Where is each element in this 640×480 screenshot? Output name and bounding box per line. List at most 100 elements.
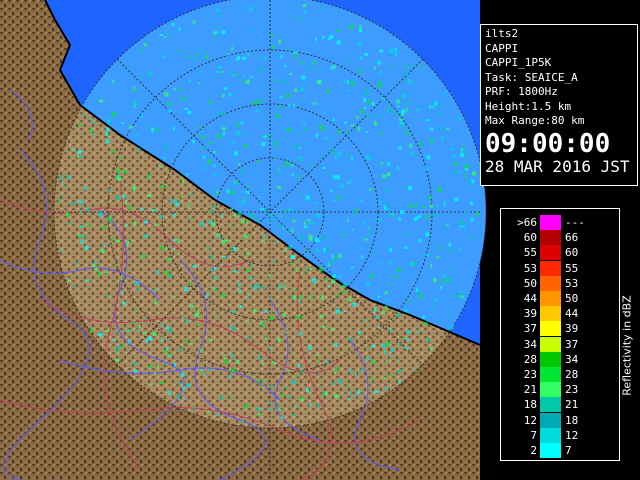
- echo-pixel: [80, 202, 83, 207]
- echo-pixel: [231, 368, 235, 373]
- echo-pixel: [472, 171, 476, 176]
- echo-pixel: [271, 384, 273, 389]
- echo-pixel: [384, 305, 388, 308]
- echo-pixel: [69, 222, 73, 225]
- radar-name: ilts2: [485, 27, 519, 40]
- echo-pixel: [315, 248, 319, 252]
- echo-pixel: [197, 53, 200, 57]
- echo-pixel: [261, 362, 264, 365]
- echo-pixel: [221, 30, 226, 35]
- echo-pixel: [160, 185, 165, 189]
- echo-pixel: [264, 208, 267, 213]
- echo-pixel: [269, 408, 274, 411]
- echo-pixel: [281, 80, 286, 84]
- echo-pixel: [408, 79, 413, 84]
- echo-pixel: [115, 331, 118, 335]
- echo-pixel: [440, 286, 443, 290]
- echo-pixel: [248, 375, 251, 378]
- echo-pixel: [342, 348, 345, 351]
- echo-pixel: [221, 70, 224, 73]
- echo-pixel: [334, 394, 339, 399]
- echo-pixel: [85, 279, 90, 282]
- echo-pixel: [273, 362, 278, 364]
- echo-pixel: [311, 283, 314, 286]
- echo-pixel: [263, 188, 266, 191]
- echo-pixel: [349, 368, 352, 373]
- legend-lower-bound: 34: [523, 337, 537, 351]
- echo-pixel: [182, 179, 185, 184]
- echo-pixel: [316, 133, 318, 138]
- echo-pixel: [246, 296, 249, 299]
- echo-pixel: [340, 184, 345, 189]
- echo-pixel: [186, 383, 191, 388]
- echo-pixel: [374, 390, 379, 394]
- echo-pixel: [325, 360, 328, 364]
- echo-pixel: [352, 302, 357, 307]
- legend-title: Reflectivity in dBZ: [620, 295, 634, 396]
- echo-pixel: [164, 36, 167, 39]
- echo-pixel: [250, 214, 254, 218]
- echo-pixel: [117, 176, 122, 181]
- echo-pixel: [243, 234, 248, 239]
- echo-pixel: [236, 131, 241, 136]
- echo-pixel: [397, 267, 401, 272]
- echo-pixel: [174, 362, 177, 367]
- echo-pixel: [350, 124, 355, 127]
- legend-row: 37 39: [501, 321, 619, 337]
- echo-pixel: [159, 34, 164, 36]
- echo-pixel: [98, 212, 103, 217]
- echo-pixel: [425, 253, 430, 257]
- echo-pixel: [99, 332, 103, 337]
- echo-pixel: [312, 201, 317, 204]
- echo-pixel: [372, 344, 376, 348]
- echo-pixel: [360, 255, 363, 259]
- echo-pixel: [125, 223, 128, 227]
- legend-upper-bound: 55: [565, 261, 579, 275]
- echo-pixel: [333, 175, 338, 179]
- echo-pixel: [464, 155, 468, 157]
- echo-pixel: [294, 88, 298, 92]
- echo-pixel: [236, 181, 239, 184]
- echo-pixel: [238, 200, 241, 204]
- echo-pixel: [464, 168, 469, 171]
- echo-pixel: [211, 222, 216, 227]
- echo-pixel: [299, 146, 301, 149]
- echo-pixel: [237, 283, 241, 287]
- echo-pixel: [220, 265, 223, 267]
- echo-pixel: [471, 179, 475, 184]
- echo-pixel: [127, 240, 130, 245]
- echo-pixel: [187, 203, 190, 208]
- echo-pixel: [382, 311, 386, 315]
- echo-pixel: [442, 227, 446, 230]
- echo-pixel: [285, 210, 288, 213]
- echo-pixel: [197, 49, 200, 51]
- prf-label: PRF: 1800Hz: [485, 85, 558, 98]
- echo-pixel: [106, 293, 109, 298]
- echo-pixel: [284, 331, 287, 334]
- legend-upper-bound: 53: [565, 276, 579, 290]
- echo-pixel: [304, 267, 308, 270]
- echo-pixel: [317, 359, 320, 362]
- echo-pixel: [238, 163, 241, 166]
- echo-pixel: [326, 89, 330, 94]
- echo-pixel: [418, 142, 423, 146]
- echo-pixel: [71, 201, 75, 205]
- echo-pixel: [385, 359, 388, 362]
- echo-pixel: [216, 190, 219, 194]
- echo-pixel: [310, 296, 313, 301]
- echo-pixel: [227, 53, 230, 56]
- legend-row: 28 34: [501, 351, 619, 368]
- echo-pixel: [154, 372, 158, 375]
- echo-pixel: [161, 324, 164, 327]
- echo-pixel: [159, 215, 163, 219]
- echo-pixel: [325, 137, 330, 141]
- echo-pixel: [359, 110, 364, 114]
- echo-pixel: [148, 365, 153, 369]
- echo-pixel: [66, 211, 69, 216]
- echo-pixel: [337, 129, 341, 134]
- legend-row: 55 60: [501, 245, 619, 261]
- echo-pixel: [322, 36, 325, 39]
- echo-pixel: [446, 224, 449, 226]
- echo-pixel: [475, 212, 479, 217]
- echo-pixel: [431, 307, 434, 311]
